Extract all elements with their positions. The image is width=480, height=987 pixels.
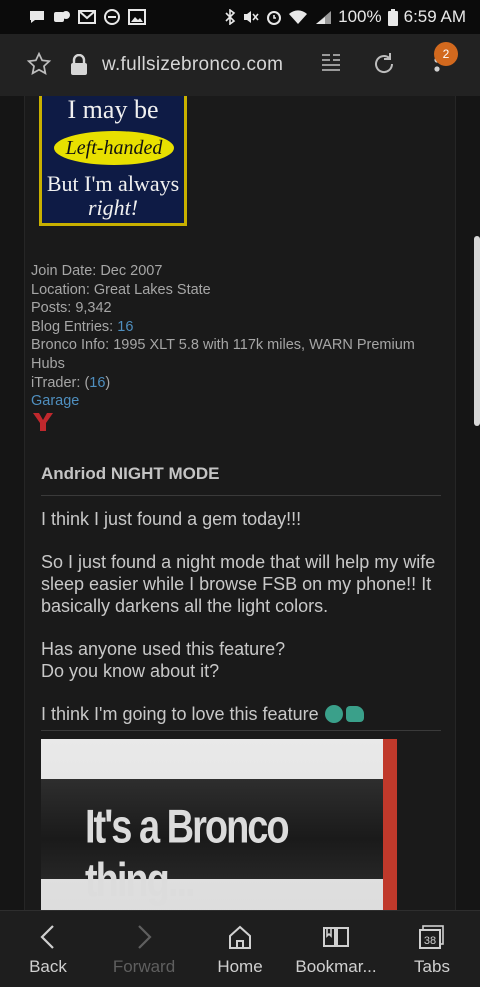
avatar-oval-text: Left-handed (54, 131, 174, 165)
blog-entries-label: Blog Entries: (31, 318, 118, 335)
post-title: Andriod NIGHT MODE (41, 464, 220, 483)
image-icon (128, 9, 146, 25)
battery-percent: 100% (338, 7, 382, 26)
itrader: iTrader: (16) (31, 374, 415, 393)
signal-icon (316, 11, 332, 24)
bookmarks-icon (323, 927, 349, 947)
post-paragraph: Has anyone used this feature? Do you know… (41, 638, 441, 682)
avatar-line3: But I'm always (46, 171, 180, 196)
bluetooth-icon (225, 9, 236, 25)
star-icon[interactable] (26, 51, 52, 77)
bronco-info-line2: Hubs (31, 355, 65, 372)
post-paragraph: I think I'm going to love this feature (41, 703, 441, 725)
tabs-button[interactable]: 38 Tabs (384, 911, 480, 987)
itrader-close: ) (105, 374, 111, 391)
post-image[interactable]: It's a Bronco thing... (41, 739, 397, 910)
notification-badge[interactable]: 2 (434, 42, 458, 66)
post-body: I think I just found a gem today!!! So I… (41, 508, 441, 746)
back-arrow-icon (40, 925, 54, 949)
forward-label: Forward (112, 957, 176, 976)
image-red-edge (383, 739, 397, 910)
gmail-icon (78, 10, 96, 24)
url-text[interactable]: w.fullsizebronco.com (102, 54, 283, 76)
post-paragraph: So I just found a night mode that will h… (41, 552, 436, 616)
image-text: It's a Bronco thing... (85, 801, 290, 908)
thumbs-up-emoji-icon (345, 706, 364, 722)
post-question-1: Has anyone used this feature? (41, 639, 286, 659)
message-icon (30, 11, 44, 23)
notification-icons (0, 9, 146, 25)
user-info: Join Date: Dec 2007 Location: Great Lake… (31, 262, 415, 411)
tabs-icon: 38 (419, 925, 444, 949)
user-avatar[interactable]: I may be Left-handed But I'm always righ… (39, 96, 187, 226)
page-content[interactable]: I may be Left-handed But I'm always righ… (0, 96, 480, 910)
avatar-line1: I may be (67, 96, 159, 124)
forum-post: I may be Left-handed But I'm always righ… (24, 96, 456, 910)
reader-mode-icon[interactable] (320, 52, 342, 74)
post-paragraph: I think I just found a gem today!!! (41, 509, 302, 529)
avatar-line4: right! (87, 195, 139, 220)
back-button[interactable]: Back (0, 911, 96, 987)
reload-icon[interactable] (370, 50, 398, 78)
home-label: Home (217, 957, 263, 976)
blog-entries: Blog Entries: 16 (31, 318, 415, 337)
blog-entries-link[interactable]: 16 (117, 319, 133, 335)
divider (41, 730, 441, 731)
itrader-label: iTrader: ( (31, 374, 90, 391)
divider (41, 495, 441, 496)
post-closing: I think I'm going to love this feature (41, 704, 319, 724)
tabs-label: Tabs (414, 957, 450, 976)
mute-icon (244, 11, 259, 23)
sync-icon (54, 11, 70, 22)
back-label: Back (29, 957, 67, 976)
home-icon (229, 925, 251, 949)
forward-button[interactable]: Forward (96, 911, 192, 987)
minus-circle-icon (104, 9, 120, 25)
y-badge-icon (33, 413, 53, 431)
status-bar: 100% 6:59 AM (0, 0, 480, 34)
wifi-icon (289, 10, 308, 24)
battery-icon (387, 8, 398, 26)
bottom-navigation: Back Forward Home Bookmar... 38 Tabs (0, 910, 480, 987)
itrader-link[interactable]: 16 (89, 375, 105, 391)
laugh-emoji-icon (324, 705, 343, 723)
bookmarks-button[interactable]: Bookmar... (288, 911, 384, 987)
lock-icon (71, 54, 87, 75)
post-question-2: Do you know about it? (41, 661, 220, 681)
bronco-info-line1: Bronco Info: 1995 XLT 5.8 with 117k mile… (31, 337, 415, 354)
post-count: Posts: 9,342 (31, 300, 112, 317)
scrollbar[interactable] (474, 236, 480, 426)
garage-link[interactable]: Garage (31, 392, 415, 411)
browser-toolbar: w.fullsizebronco.com 2 (0, 34, 480, 96)
home-button[interactable]: Home (192, 911, 288, 987)
bookmarks-label: Bookmar... (295, 957, 377, 976)
tab-count: 38 (424, 935, 436, 947)
forward-arrow-icon (138, 925, 152, 949)
clock: 6:59 AM (403, 7, 466, 26)
alarm-icon (267, 11, 282, 25)
location: Location: Great Lakes State (31, 281, 211, 298)
join-date: Join Date: Dec 2007 (31, 263, 163, 279)
